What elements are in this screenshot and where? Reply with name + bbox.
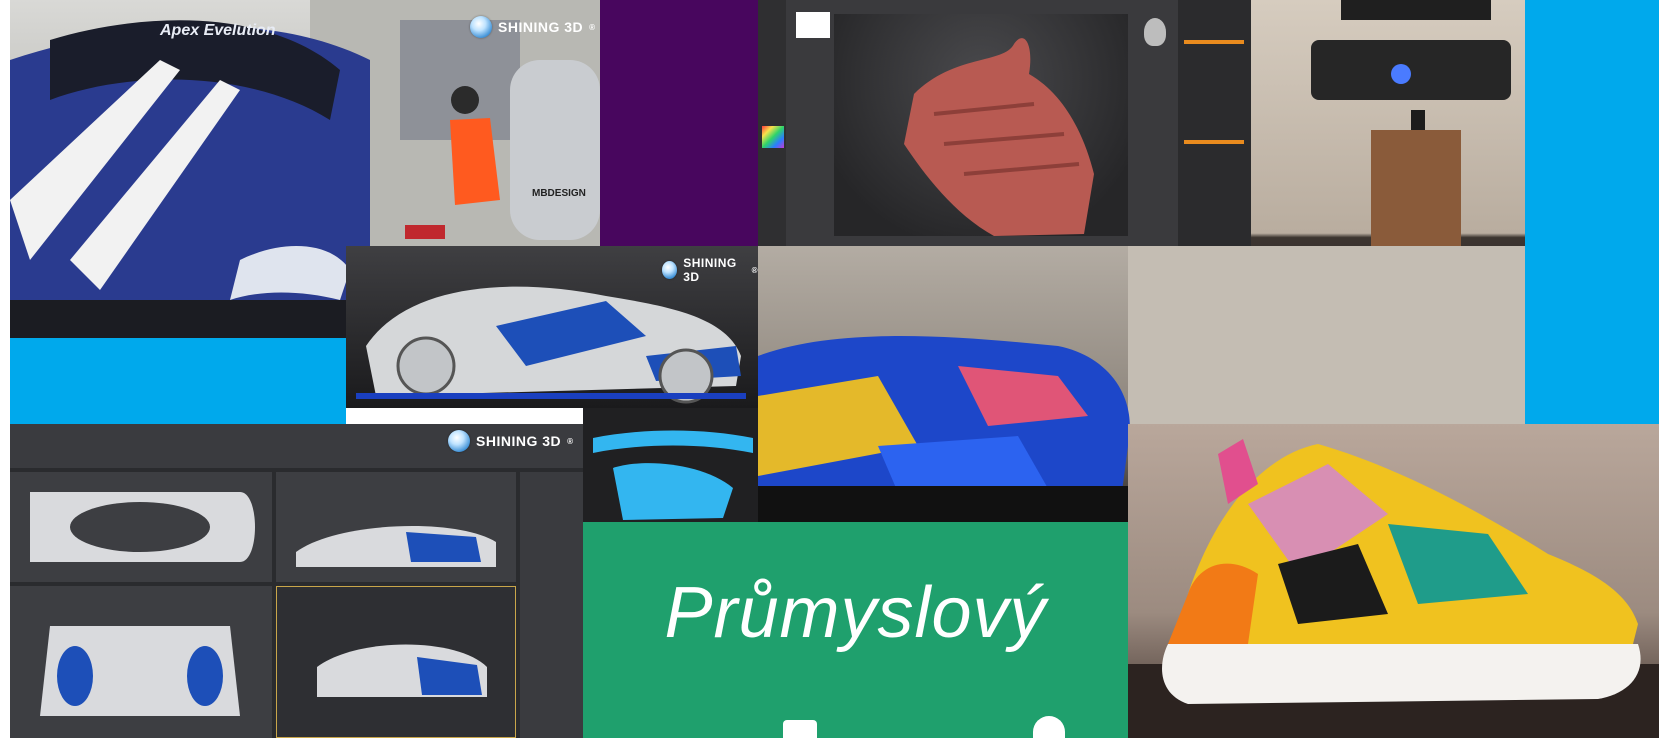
shining3d-logo: SHINING 3D ® — [448, 430, 574, 452]
accent-block-blue-right — [1525, 0, 1659, 424]
horse-silhouette-icon — [796, 12, 830, 38]
sneaker-illustration — [1128, 439, 1659, 738]
barrel-text: MBDESIGN — [532, 188, 586, 199]
shining3d-logo: SHINING 3D ® — [470, 16, 596, 38]
viewport-top-right — [276, 472, 516, 582]
color-picker-icon — [762, 126, 784, 148]
zbrush-viewport — [834, 14, 1128, 237]
green-title-banner: Průmyslový — [583, 522, 1128, 738]
globe-logo-icon — [448, 430, 470, 452]
accent-block-blue-left — [10, 338, 346, 424]
red-shoe-sculpt — [904, 38, 1094, 237]
zbrush-left-toolbar — [758, 0, 786, 246]
logo-text: SHINING 3D — [476, 433, 562, 449]
screenshot-car-scan: SHINING 3D ® — [346, 246, 758, 408]
head-bust-icon — [1144, 18, 1166, 46]
accent-block-purple — [600, 0, 758, 246]
trademark-mark: ® — [589, 22, 596, 32]
globe-logo-icon — [662, 261, 678, 279]
screenshot-3d-modeling: SHINING 3D ® — [10, 424, 583, 738]
windshield-banner-text: Apex Evelution — [160, 22, 276, 39]
logo-text: SHINING 3D — [498, 19, 584, 35]
cropped-letter-dot — [1033, 716, 1065, 738]
globe-logo-icon — [470, 16, 492, 38]
blue-part-illustration — [593, 430, 753, 520]
zbrush-right-panel — [1178, 0, 1251, 246]
cropped-letter-descender — [783, 720, 817, 738]
photo-blue-part — [583, 408, 758, 522]
photo-colorful-sneaker — [1128, 424, 1659, 738]
logo-text: SHINING 3D — [683, 256, 737, 284]
viewport-bottom-left — [10, 586, 272, 738]
modeling-side-panel — [520, 472, 583, 738]
screenshot-zbrush-shoe — [758, 0, 1251, 246]
shining3d-logo: SHINING 3D ® — [662, 256, 758, 284]
trademark-mark: ® — [567, 436, 574, 446]
viewport-bottom-right — [276, 586, 516, 738]
viewport-top-left — [10, 472, 272, 582]
banner-title: Průmyslový — [664, 573, 1047, 653]
